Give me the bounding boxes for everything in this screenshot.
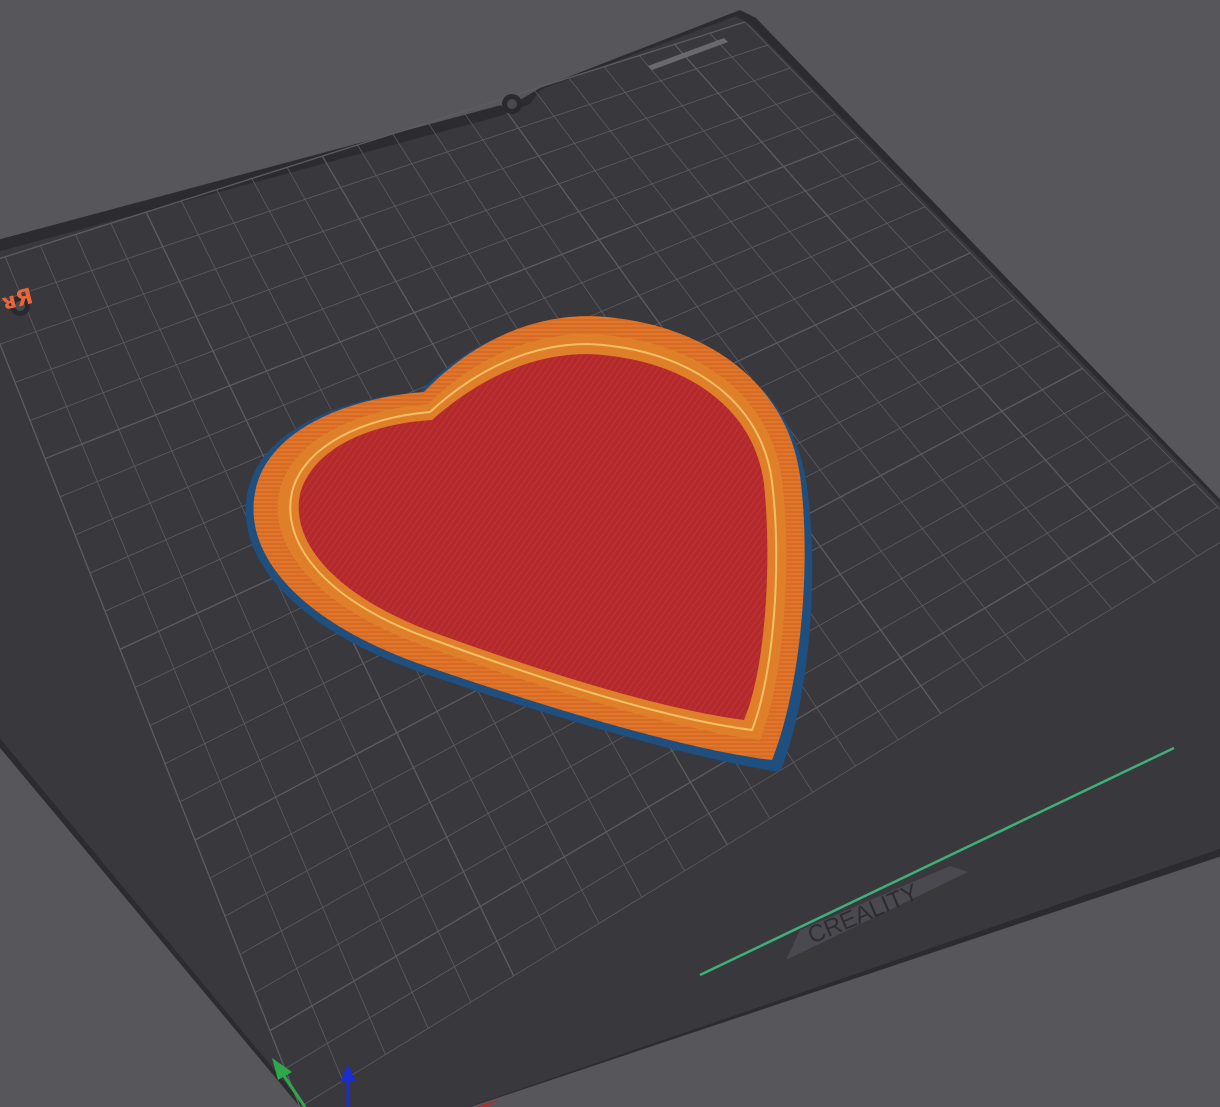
mount-hole-top: [502, 94, 522, 114]
preview-canvas[interactable]: ᴚЯ CREALITY: [0, 0, 1220, 1107]
3d-preview-viewport[interactable]: ᴚЯ CREALITY: [0, 0, 1220, 1107]
